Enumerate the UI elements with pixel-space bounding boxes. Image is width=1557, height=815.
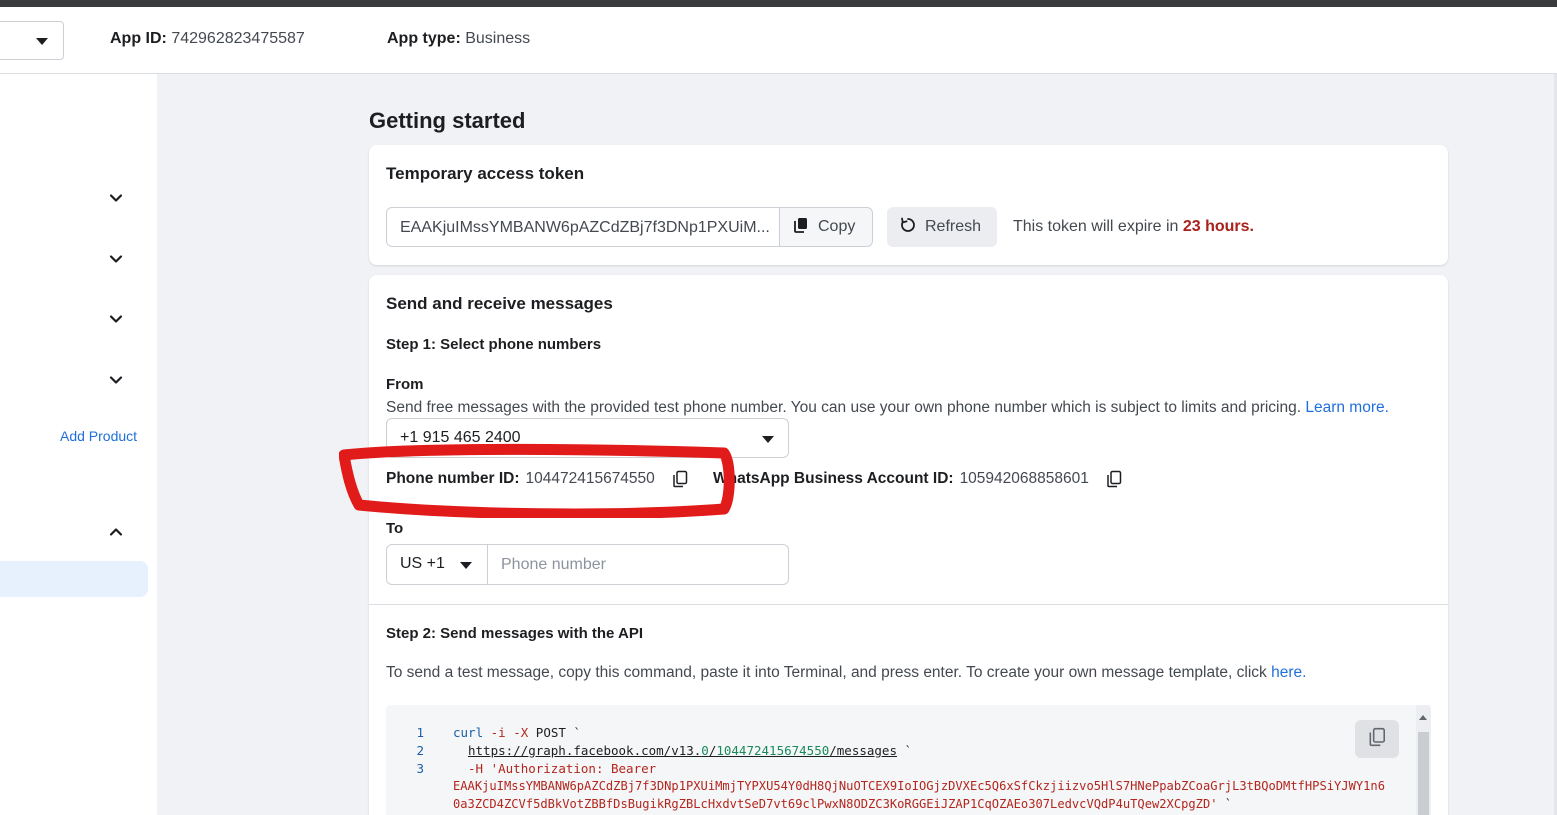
phone-id-label: Phone number ID: xyxy=(386,470,520,487)
app-selector-dropdown[interactable] xyxy=(0,21,64,60)
step2-description: To send a test message, copy this comman… xyxy=(386,664,1306,682)
code-url: https://graph.facebook.com/v13.0/1044724… xyxy=(468,743,897,758)
to-phone-input[interactable] xyxy=(487,544,789,585)
copy-label: Copy xyxy=(818,218,856,235)
code-token: ` xyxy=(896,743,913,758)
chevron-down-icon xyxy=(762,436,774,443)
code-token: 0a3ZCD4ZCVf5dBkVotZBBfDsBugikRgZBLcHxdvt… xyxy=(453,797,1218,811)
from-phone-select[interactable]: +1 915 465 2400 xyxy=(386,418,789,458)
waba-id-label: WhatsApp Business Account ID: xyxy=(713,470,954,487)
app-type: App type: Business xyxy=(387,30,530,48)
code-token: 0 xyxy=(701,743,709,758)
copy-icon xyxy=(1367,727,1387,752)
code-token: 104472415674550 xyxy=(716,743,830,758)
chevron-down-icon[interactable] xyxy=(108,372,124,388)
scroll-thumb[interactable] xyxy=(1418,732,1429,815)
code-line-3-wrap-2: 0a3ZCD4ZCVf5dBkVotZBBfDsBugikRgZBLcHxdvt… xyxy=(453,797,1232,811)
step2-desc-text: To send a test message, copy this comman… xyxy=(386,664,1272,681)
phone-id-value: 104472415674550 xyxy=(525,470,655,487)
country-code-select[interactable]: US +1 xyxy=(386,544,488,585)
chevron-down-icon[interactable] xyxy=(108,311,124,327)
chevron-down-icon xyxy=(460,562,472,569)
code-line-1: curl -i -X POST ` xyxy=(453,725,581,740)
step1-title: Step 1: Select phone numbers xyxy=(386,336,602,353)
token-expiry-text: This token will expire in 23 hours. xyxy=(1013,218,1254,236)
expiry-value: 23 hours. xyxy=(1182,218,1254,235)
chevron-down-icon[interactable] xyxy=(108,251,124,267)
access-token-field[interactable]: EAAKjuIMssYMBANW6pAZCdZBj7f3DNp1PXUiM... xyxy=(386,207,780,247)
code-line-3: -H 'Authorization: Bearer xyxy=(468,761,656,776)
from-desc-text: Send free messages with the provided tes… xyxy=(386,399,1306,416)
code-token: -i -X xyxy=(483,725,529,740)
sidebar xyxy=(0,74,157,815)
app-id-label: App ID: xyxy=(110,30,167,47)
app-type-label: App type: xyxy=(387,30,461,47)
code-token: /messages xyxy=(829,743,897,758)
waba-id-value: 105942068858601 xyxy=(959,470,1089,487)
code-scrollbar[interactable] xyxy=(1416,705,1431,815)
access-token-card: Temporary access token EAAKjuIMssYMBANW6… xyxy=(369,145,1448,265)
send-receive-card: Send and receive messages Step 1: Select… xyxy=(369,275,1448,815)
chevron-down-icon[interactable] xyxy=(108,190,124,206)
app-id-value: 742962823475587 xyxy=(171,30,305,47)
line-number: 2 xyxy=(416,743,424,758)
line-number: 1 xyxy=(416,725,424,740)
from-label: From xyxy=(386,376,424,393)
copy-code-button[interactable] xyxy=(1355,720,1399,758)
step2-title: Step 2: Send messages with the API xyxy=(386,625,644,642)
refresh-icon xyxy=(899,216,917,239)
refresh-label: Refresh xyxy=(925,218,982,235)
copy-icon xyxy=(792,216,810,239)
code-token: -H xyxy=(468,761,484,776)
app-type-value: Business xyxy=(465,30,531,47)
code-line-2: https://graph.facebook.com/v13.0/1044724… xyxy=(468,743,912,758)
code-line-3-wrap-1: EAAKjuIMssYMBANW6pAZCdZBj7f3DNp1PXUiMmjT… xyxy=(453,779,1385,793)
access-token-title: Temporary access token xyxy=(386,164,585,183)
line-number: 3 xyxy=(416,761,424,776)
sidebar-item-active[interactable] xyxy=(0,561,148,597)
app-id: App ID: 742962823475587 xyxy=(110,30,305,48)
chevron-up-icon[interactable] xyxy=(108,524,124,540)
app-header: App ID: 742962823475587 App type: Busine… xyxy=(0,7,1557,74)
copy-token-button[interactable]: Copy xyxy=(779,207,873,247)
waba-id: WhatsApp Business Account ID: 1059420688… xyxy=(713,470,1123,488)
from-description: Send free messages with the provided tes… xyxy=(386,399,1389,417)
code-block[interactable]: 1 2 3 curl -i -X POST ` https://graph.fa… xyxy=(386,705,1431,815)
refresh-token-button[interactable]: Refresh xyxy=(887,207,997,247)
learn-more-link[interactable]: Learn more. xyxy=(1305,399,1389,416)
add-product-link[interactable]: Add Product xyxy=(60,428,137,444)
template-here-link[interactable]: here. xyxy=(1271,664,1306,681)
code-token: POST ` xyxy=(528,725,581,740)
send-receive-title: Send and receive messages xyxy=(386,294,613,313)
expiry-prefix: This token will expire in xyxy=(1013,218,1183,235)
copy-icon[interactable] xyxy=(671,470,689,488)
scroll-up-arrow-icon[interactable] xyxy=(1419,715,1427,720)
from-phone-value: +1 915 465 2400 xyxy=(400,429,521,446)
phone-number-id: Phone number ID: 104472415674550 xyxy=(386,470,689,488)
divider xyxy=(369,604,1448,605)
to-label: To xyxy=(386,520,404,537)
code-token: https://graph.facebook.com/v13. xyxy=(468,743,702,758)
page-title: Getting started xyxy=(369,108,526,133)
chevron-down-icon xyxy=(36,38,48,45)
top-strip xyxy=(0,0,1557,7)
code-token: ` xyxy=(1217,797,1233,811)
copy-icon[interactable] xyxy=(1105,470,1123,488)
code-token: 'Authorization: Bearer xyxy=(483,761,657,776)
country-code-value: US +1 xyxy=(400,555,445,572)
code-token: curl xyxy=(453,725,484,740)
